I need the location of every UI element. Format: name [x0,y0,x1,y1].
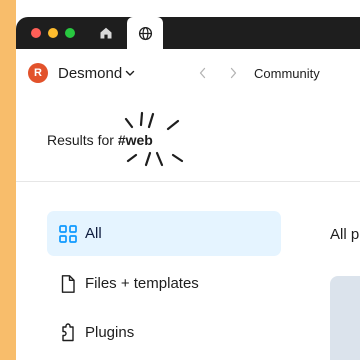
tab-community[interactable] [127,17,163,49]
tab-home[interactable] [88,17,124,49]
minimize-window-button[interactable] [48,28,58,38]
grid-icon [59,225,77,243]
screen: R Desmond Community Results for #web All… [0,0,360,360]
tab-bar [16,17,360,49]
chevron-down-icon[interactable] [125,70,135,77]
breadcrumb[interactable]: Community [254,66,320,81]
chevron-right-icon[interactable] [228,67,238,79]
avatar[interactable]: R [28,63,48,83]
content-heading: All p [330,226,360,243]
header: R Desmond Community [16,49,360,99]
filter-plugins[interactable]: Plugins [47,310,281,355]
divider [16,181,360,182]
results-tag: #web [117,132,153,148]
filter-all[interactable]: All [47,211,281,256]
account-name[interactable]: Desmond [58,65,122,82]
filter-plugins-label: Plugins [85,324,135,341]
filter-files-label: Files + templates [85,275,199,292]
chevron-left-icon[interactable] [198,67,208,79]
globe-icon [138,26,152,40]
app-window: R Desmond Community Results for #web All… [16,0,360,360]
plugin-icon [62,323,74,342]
home-icon [100,27,112,39]
results-title: Results for #web [47,132,153,148]
result-card[interactable] [330,276,360,360]
results-banner: Results for #web [16,99,360,181]
results-prefix: Results for [47,132,114,148]
filter-files-templates[interactable]: Files + templates [47,261,281,306]
backdrop [0,0,16,360]
file-icon [61,275,75,293]
close-window-button[interactable] [31,28,41,38]
filter-all-label: All [85,225,102,242]
maximize-window-button[interactable] [65,28,75,38]
